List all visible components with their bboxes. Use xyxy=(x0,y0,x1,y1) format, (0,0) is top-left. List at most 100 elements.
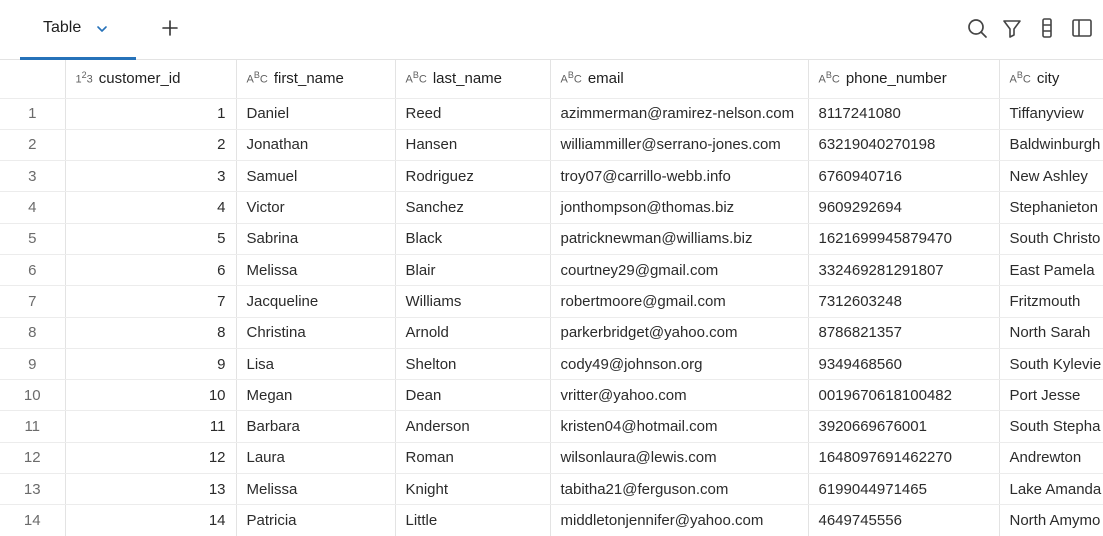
cell-last_name[interactable]: Little xyxy=(395,504,551,536)
cell-phone_number[interactable]: 8786821357 xyxy=(808,317,1000,349)
cell-first_name[interactable]: Jacqueline xyxy=(236,285,396,318)
table-row[interactable]: 8 8 Christina Arnold parkerbridget@yahoo.com… xyxy=(0,317,1103,349)
cell-email[interactable]: vritter@yahoo.com xyxy=(550,379,809,412)
table-row[interactable]: 9 9 Lisa Shelton cody49@johnson.org 934946856… xyxy=(0,348,1103,381)
cell-first_name[interactable]: Megan xyxy=(236,379,396,412)
column-header-email[interactable]: ABC email xyxy=(550,60,809,99)
panel-toggle-icon[interactable] xyxy=(1071,17,1093,39)
column-header-phone_number[interactable]: ABC phone_number xyxy=(808,60,1000,99)
column-header-customer_id[interactable]: 123 customer_id xyxy=(65,60,237,99)
table-row[interactable]: 2 2 Jonathan Hansen williammiller@serrano-jo… xyxy=(0,129,1103,162)
cell-city[interactable]: New Ashley xyxy=(999,160,1103,193)
search-icon[interactable] xyxy=(966,17,988,39)
table-row[interactable]: 13 13 Melissa Knight tabitha21@ferguson.com 6… xyxy=(0,473,1103,506)
column-config-icon[interactable] xyxy=(1036,17,1058,39)
cell-phone_number[interactable]: 1621699945879470 xyxy=(808,223,1000,255)
cell-first_name[interactable]: Patricia xyxy=(236,504,396,536)
cell-last_name[interactable]: Shelton xyxy=(395,348,551,381)
cell-city[interactable]: North Amymo xyxy=(999,504,1103,536)
column-header-city[interactable]: ABC city xyxy=(999,60,1103,99)
table-row[interactable]: 12 12 Laura Roman wilsonlaura@lewis.com 16480… xyxy=(0,442,1103,475)
cell-last_name[interactable]: Sanchez xyxy=(395,191,551,224)
cell-phone_number[interactable]: 7312603248 xyxy=(808,285,1000,318)
cell-email[interactable]: kristen04@hotmail.com xyxy=(550,410,809,443)
cell-customer_id[interactable]: 13 xyxy=(65,473,237,506)
chevron-down-icon[interactable] xyxy=(96,23,108,35)
cell-city[interactable]: Fritzmouth xyxy=(999,285,1103,318)
cell-customer_id[interactable]: 5 xyxy=(65,223,237,255)
cell-customer_id[interactable]: 6 xyxy=(65,254,237,287)
cell-email[interactable]: williammiller@serrano-jones.com xyxy=(550,129,809,162)
cell-last_name[interactable]: Black xyxy=(395,223,551,255)
cell-first_name[interactable]: Melissa xyxy=(236,473,396,506)
table-row[interactable]: 6 6 Melissa Blair courtney29@gmail.com 332469… xyxy=(0,254,1103,287)
cell-first_name[interactable]: Christina xyxy=(236,317,396,349)
cell-phone_number[interactable]: 6199044971465 xyxy=(808,473,1000,506)
cell-phone_number[interactable]: 6760940716 xyxy=(808,160,1000,193)
cell-phone_number[interactable]: 332469281291807 xyxy=(808,254,1000,287)
cell-customer_id[interactable]: 11 xyxy=(65,410,237,443)
cell-phone_number[interactable]: 4649745556 xyxy=(808,504,1000,536)
cell-city[interactable]: South Stepha xyxy=(999,410,1103,443)
cell-email[interactable]: cody49@johnson.org xyxy=(550,348,809,381)
cell-last_name[interactable]: Arnold xyxy=(395,317,551,349)
filter-icon[interactable] xyxy=(1001,17,1023,39)
cell-city[interactable]: East Pamela xyxy=(999,254,1103,287)
cell-email[interactable]: parkerbridget@yahoo.com xyxy=(550,317,809,349)
cell-email[interactable]: courtney29@gmail.com xyxy=(550,254,809,287)
cell-city[interactable]: Lake Amanda xyxy=(999,473,1103,506)
cell-phone_number[interactable]: 0019670618100482 xyxy=(808,379,1000,412)
cell-last_name[interactable]: Blair xyxy=(395,254,551,287)
cell-phone_number[interactable]: 1648097691462270 xyxy=(808,442,1000,475)
cell-customer_id[interactable]: 10 xyxy=(65,379,237,412)
cell-first_name[interactable]: Jonathan xyxy=(236,129,396,162)
cell-first_name[interactable]: Barbara xyxy=(236,410,396,443)
table-row[interactable]: 5 5 Sabrina Black patricknewman@williams.biz… xyxy=(0,223,1103,255)
cell-phone_number[interactable]: 8117241080 xyxy=(808,98,1000,130)
cell-city[interactable]: Stephanieton xyxy=(999,191,1103,224)
table-row[interactable]: 4 4 Victor Sanchez jonthompson@thomas.biz 960… xyxy=(0,191,1103,224)
cell-customer_id[interactable]: 3 xyxy=(65,160,237,193)
cell-first_name[interactable]: Samuel xyxy=(236,160,396,193)
cell-city[interactable]: Andrewton xyxy=(999,442,1103,475)
cell-first_name[interactable]: Sabrina xyxy=(236,223,396,255)
cell-first_name[interactable]: Victor xyxy=(236,191,396,224)
cell-customer_id[interactable]: 4 xyxy=(65,191,237,224)
cell-email[interactable]: azimmerman@ramirez-nelson.com xyxy=(550,98,809,130)
cell-last_name[interactable]: Roman xyxy=(395,442,551,475)
cell-email[interactable]: troy07@carrillo-webb.info xyxy=(550,160,809,193)
add-tab-icon[interactable] xyxy=(160,18,180,38)
cell-first_name[interactable]: Daniel xyxy=(236,98,396,130)
cell-customer_id[interactable]: 14 xyxy=(65,504,237,536)
column-header-last_name[interactable]: ABC last_name xyxy=(395,60,551,99)
cell-email[interactable]: patricknewman@williams.biz xyxy=(550,223,809,255)
table-row[interactable]: 7 7 Jacqueline Williams robertmoore@gmail.co… xyxy=(0,285,1103,318)
cell-phone_number[interactable]: 63219040270198 xyxy=(808,129,1000,162)
cell-last_name[interactable]: Anderson xyxy=(395,410,551,443)
cell-phone_number[interactable]: 9609292694 xyxy=(808,191,1000,224)
cell-first_name[interactable]: Melissa xyxy=(236,254,396,287)
table-row[interactable]: 1 1 Daniel Reed azimmerman@ramirez-nelson.co… xyxy=(0,98,1103,130)
cell-city[interactable]: South Christo xyxy=(999,223,1103,255)
table-row[interactable]: 11 11 Barbara Anderson kristen04@hotmail.com… xyxy=(0,410,1103,443)
cell-city[interactable]: South Kylevie xyxy=(999,348,1103,381)
table-row[interactable]: 3 3 Samuel Rodriguez troy07@carrillo-webb.in… xyxy=(0,160,1103,193)
cell-city[interactable]: North Sarah xyxy=(999,317,1103,349)
table-row[interactable]: 10 10 Megan Dean vritter@yahoo.com 0019670618… xyxy=(0,379,1103,412)
cell-first_name[interactable]: Laura xyxy=(236,442,396,475)
column-header-first_name[interactable]: ABC first_name xyxy=(236,60,396,99)
cell-email[interactable]: jonthompson@thomas.biz xyxy=(550,191,809,224)
cell-last_name[interactable]: Hansen xyxy=(395,129,551,162)
table-row[interactable]: 14 14 Patricia Little middletonjennifer@yaho… xyxy=(0,504,1103,536)
cell-customer_id[interactable]: 2 xyxy=(65,129,237,162)
cell-email[interactable]: robertmoore@gmail.com xyxy=(550,285,809,318)
cell-email[interactable]: middletonjennifer@yahoo.com xyxy=(550,504,809,536)
cell-last_name[interactable]: Williams xyxy=(395,285,551,318)
cell-customer_id[interactable]: 12 xyxy=(65,442,237,475)
cell-city[interactable]: Baldwinburgh xyxy=(999,129,1103,162)
cell-last_name[interactable]: Reed xyxy=(395,98,551,130)
cell-last_name[interactable]: Dean xyxy=(395,379,551,412)
cell-phone_number[interactable]: 3920669676001 xyxy=(808,410,1000,443)
tab-table[interactable]: Table xyxy=(20,0,136,60)
cell-customer_id[interactable]: 7 xyxy=(65,285,237,318)
